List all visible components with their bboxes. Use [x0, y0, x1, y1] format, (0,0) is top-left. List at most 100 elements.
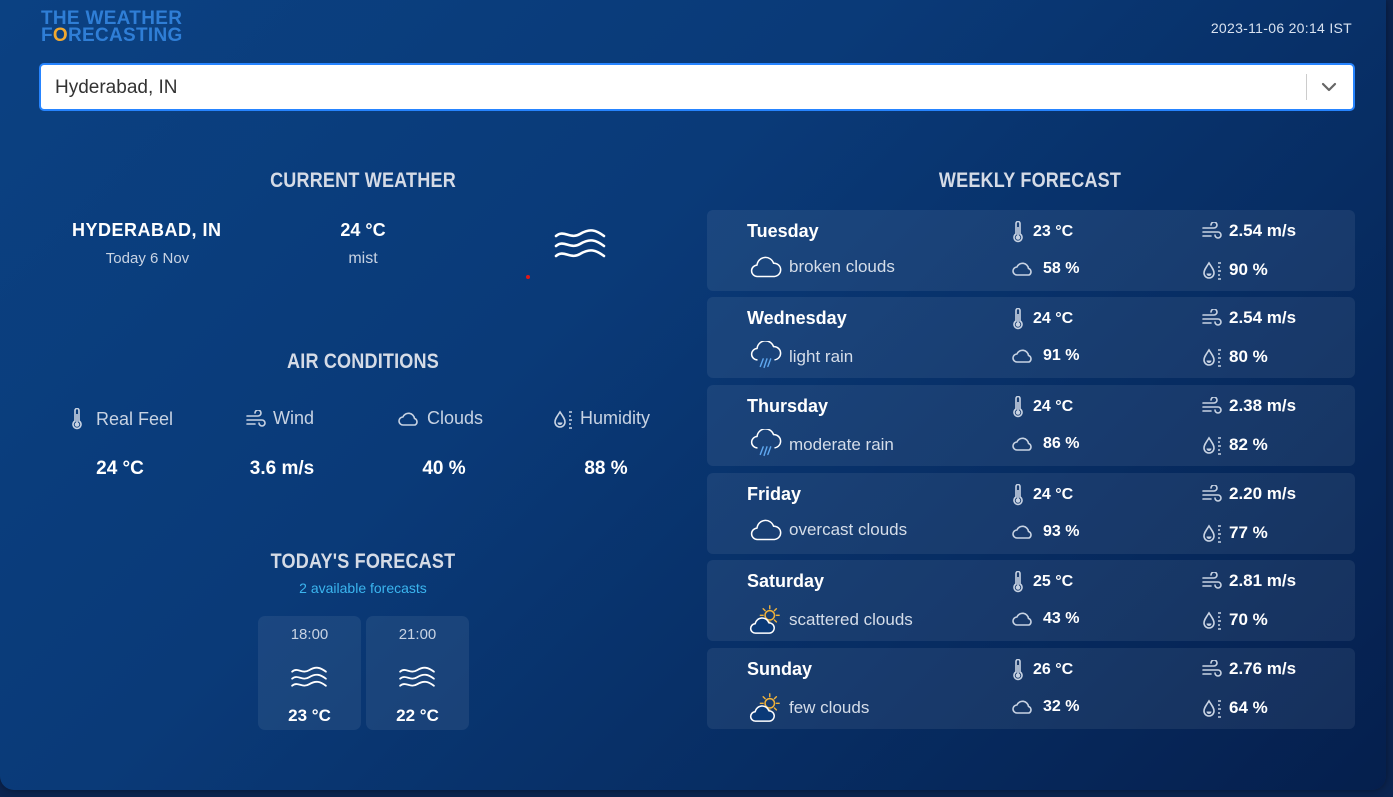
clouds-label-text: Clouds	[427, 408, 484, 428]
weekly-row: Friday overcast clouds 24 °C 93 % 2.20 m…	[707, 473, 1355, 554]
weekly-day: Sunday	[747, 659, 813, 679]
humidity-label: Humidity	[552, 408, 650, 429]
weekly-wind: 2.54 m/s	[1201, 221, 1296, 241]
weekly-temperature: 23 °C	[1011, 221, 1073, 243]
weekly-forecast-title: WEEKLY FORECAST	[938, 169, 1122, 192]
weekly-clouds: 91 %	[1011, 347, 1079, 365]
weekly-clouds-text: 43 %	[1043, 610, 1080, 627]
sun-cloud-icon	[749, 692, 783, 724]
humidity-icon	[552, 409, 574, 429]
weekly-humidity-text: 70 %	[1229, 610, 1268, 629]
weekly-wind-text: 2.54 m/s	[1229, 221, 1297, 240]
cloud-icon	[1011, 524, 1035, 540]
weekly-day: Wednesday	[747, 308, 847, 328]
wind-icon	[1201, 222, 1223, 240]
current-weather-title: CURRENT WEATHER	[270, 169, 456, 192]
app-container: THE WEATHER FORECASTING 2023-11-06 20:14…	[0, 0, 1386, 790]
humidity-icon	[1201, 523, 1223, 543]
weekly-condition: few clouds	[749, 692, 869, 724]
weekly-temperature-text: 23 °C	[1033, 223, 1074, 240]
app-logo: THE WEATHER FORECASTING	[41, 9, 183, 46]
wind-icon	[1201, 572, 1223, 590]
cloud-icon	[1011, 436, 1035, 452]
red-dot-marker	[526, 275, 530, 279]
humidity-icon	[1201, 260, 1223, 280]
cloud-icon	[397, 411, 421, 427]
weekly-condition-text: few clouds	[789, 698, 870, 717]
weekly-wind: 2.76 m/s	[1201, 659, 1296, 679]
air-conditions-title: AIR CONDITIONS	[287, 350, 439, 373]
forecast-time: 18:00	[290, 626, 329, 643]
weekly-row: Thursday moderate rain 24 °C 86 % 2.38 m…	[707, 385, 1355, 466]
wind-label-text: Wind	[273, 408, 315, 428]
forecast-temperature: 23 °C	[288, 706, 331, 725]
chevron-down-icon[interactable]	[1317, 75, 1341, 99]
weekly-clouds: 86 %	[1011, 435, 1079, 453]
weekly-wind-text: 2.76 m/s	[1229, 659, 1297, 678]
thermometer-icon	[1011, 308, 1025, 330]
humidity-icon	[1201, 698, 1223, 718]
weekly-humidity: 90 %	[1201, 260, 1268, 280]
thermometer-icon	[1011, 484, 1025, 506]
thermometer-icon	[1011, 659, 1025, 681]
current-city: HYDERABAD, IN	[72, 220, 222, 240]
wind-icon	[1201, 485, 1223, 503]
cloud-icon	[749, 517, 783, 543]
humidity-value: 88 %	[584, 458, 628, 479]
forecast-temperature: 22 °C	[396, 706, 439, 725]
weekly-row: Sunday few clouds 26 °C 32 % 2.76 m/s 64…	[707, 648, 1355, 729]
wind-icon	[1201, 660, 1223, 678]
weekly-day: Tuesday	[747, 221, 819, 241]
weekly-temperature-text: 26 °C	[1033, 661, 1074, 678]
weekly-wind-text: 2.81 m/s	[1229, 571, 1297, 590]
weekly-condition-text: broken clouds	[789, 257, 895, 276]
current-temperature: 24 °C	[340, 220, 386, 240]
real-feel-label-text: Real Feel	[96, 408, 174, 429]
current-datetime: 2023-11-06 20:14 IST	[1210, 20, 1352, 36]
city-search-input[interactable]	[53, 65, 1297, 111]
wind-value: 3.6 m/s	[249, 458, 315, 479]
select-separator	[1306, 74, 1307, 100]
weekly-temperature-text: 24 °C	[1033, 310, 1074, 327]
thermometer-icon	[1011, 221, 1025, 243]
weekly-clouds-text: 32 %	[1043, 698, 1080, 715]
wind-icon	[1201, 397, 1223, 415]
mist-icon	[553, 228, 607, 262]
current-description: mist	[348, 250, 378, 267]
weekly-humidity: 80 %	[1201, 347, 1268, 367]
weekly-clouds: 32 %	[1011, 698, 1079, 716]
forecast-card: 21:00 22 °C	[366, 616, 469, 730]
weekly-temperature-text: 25 °C	[1033, 573, 1074, 590]
cloud-icon	[1011, 699, 1035, 715]
logo-letter-o: O	[52, 25, 68, 46]
weekly-wind: 2.54 m/s	[1201, 308, 1296, 328]
real-feel-value: 24 °C	[96, 458, 144, 479]
weekly-clouds-text: 93 %	[1043, 523, 1080, 540]
weekly-row: Tuesday broken clouds 23 °C 58 % 2.54 m/…	[707, 210, 1355, 291]
wind-label: Wind	[245, 408, 314, 429]
weekly-condition: moderate rain	[749, 429, 894, 461]
clouds-label: Clouds	[397, 408, 483, 429]
weekly-day: Thursday	[747, 396, 829, 416]
wind-icon	[245, 410, 267, 428]
weekly-condition-text: overcast clouds	[789, 520, 908, 539]
weekly-condition-text: scattered clouds	[789, 610, 913, 629]
weekly-wind-text: 2.54 m/s	[1229, 308, 1297, 327]
weekly-temperature-text: 24 °C	[1033, 486, 1074, 503]
weekly-temperature: 24 °C	[1011, 308, 1073, 330]
weekly-wind: 2.81 m/s	[1201, 571, 1296, 591]
rain-icon	[749, 341, 783, 373]
thermometer-icon	[70, 408, 84, 430]
weekly-wind: 2.38 m/s	[1201, 396, 1296, 416]
weekly-humidity-text: 82 %	[1229, 435, 1268, 454]
weekly-condition: scattered clouds	[749, 604, 913, 636]
weekly-clouds: 93 %	[1011, 523, 1079, 541]
weekly-temperature: 24 °C	[1011, 484, 1073, 506]
city-search-select[interactable]	[39, 63, 1355, 111]
weekly-temperature-text: 24 °C	[1033, 398, 1074, 415]
todays-forecast-title: TODAY'S FORECAST	[270, 550, 456, 573]
weekly-condition: overcast clouds	[749, 517, 907, 543]
weekly-clouds-text: 91 %	[1043, 347, 1080, 364]
weekly-clouds-text: 58 %	[1043, 260, 1080, 277]
weekly-condition-text: moderate rain	[789, 435, 894, 454]
